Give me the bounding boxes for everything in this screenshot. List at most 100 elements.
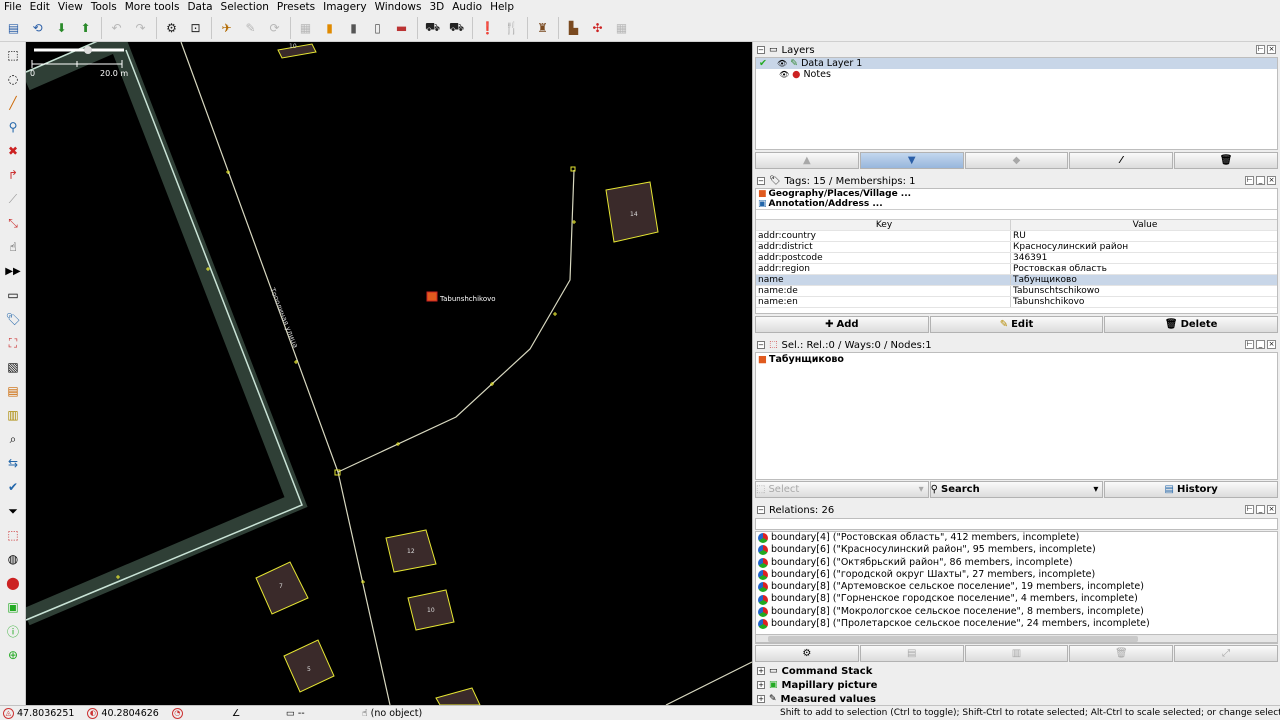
tag-key[interactable]: name:de — [756, 286, 1011, 296]
relations-dialog-title[interactable]: − Relations: 26 ⊢ _ × — [753, 503, 1280, 517]
toggle-filter-icon[interactable]: ⌕ — [2, 428, 24, 450]
relation-row[interactable]: boundary[8] ("Артемовское сельское посел… — [756, 581, 1277, 593]
map-view[interactable]: 14 12 10 7 5 10 Тополиная улица Tabunshc… — [26, 42, 752, 705]
edit-tag-button[interactable]: ✎ Edit — [929, 316, 1104, 333]
move-up-button[interactable]: ▲ — [755, 152, 859, 169]
toggle-selection-icon[interactable]: ▧ — [2, 356, 24, 378]
tag-filter[interactable] — [756, 209, 1277, 220]
tag-row[interactable]: addr:country RU — [756, 231, 1277, 242]
collapse-toggle[interactable]: − — [757, 506, 765, 514]
collapse-toggle[interactable]: − — [757, 177, 765, 185]
redo-icon[interactable]: ↷ — [130, 17, 151, 38]
minimize-icon[interactable]: _ — [1256, 505, 1265, 514]
traffic-signal-icon[interactable]: ▮ — [319, 17, 340, 38]
restaurant-icon[interactable]: 🍴 — [501, 17, 522, 38]
history-button[interactable]: ▤ History — [1104, 481, 1279, 498]
car-icon[interactable]: ⛟ — [422, 17, 443, 38]
info-icon[interactable]: ⓘ — [2, 620, 24, 642]
visibility-icon[interactable]: 👁 — [779, 70, 789, 79]
building[interactable] — [435, 687, 481, 705]
toggle-layers-icon[interactable]: ▭ — [2, 284, 24, 306]
mapillary-icon[interactable]: ◍ — [2, 548, 24, 570]
scrollbar-thumb[interactable] — [768, 636, 1138, 642]
menu-tools[interactable]: Tools — [91, 0, 117, 14]
pin-icon[interactable]: ⊢ — [1245, 176, 1254, 185]
layer-row-data[interactable]: ✔ 👁 ✎ Data Layer 1 — [756, 58, 1277, 69]
delete-tag-button[interactable]: 🗑 Delete — [1104, 316, 1279, 333]
tag-key[interactable]: addr:region — [756, 264, 1011, 274]
map-canvas[interactable]: 14 12 10 7 5 10 Тополиная улица Tabunshc… — [26, 42, 752, 705]
lasso-icon[interactable]: ◌ — [2, 68, 24, 90]
menu-3d[interactable]: 3D — [429, 0, 444, 14]
road-way[interactable] — [665, 661, 752, 705]
select-relation-button[interactable]: ⚙ — [755, 645, 859, 662]
tag-key[interactable]: name — [756, 275, 1011, 285]
preferences-icon[interactable]: ⚙ — [161, 17, 182, 38]
minimize-icon[interactable]: _ — [1256, 340, 1265, 349]
extrude-icon[interactable]: ☝ — [2, 236, 24, 258]
menu-help[interactable]: Help — [490, 0, 514, 14]
improve-way-icon[interactable]: ⟋ — [2, 188, 24, 210]
village-node-icon[interactable] — [426, 291, 438, 302]
expand-toggle[interactable]: + — [757, 681, 765, 689]
refresh-icon[interactable]: ⟳ — [264, 17, 285, 38]
menu-audio[interactable]: Audio — [452, 0, 482, 14]
relation-row[interactable]: boundary[8] ("Мокрологское сельское посе… — [756, 606, 1277, 618]
select-tool-icon[interactable]: ⬚ — [2, 44, 24, 66]
mapillary-picture-icon[interactable]: ▣ — [2, 596, 24, 618]
key-column-header[interactable]: Key — [756, 220, 1011, 230]
tag-value[interactable]: Красносулинский район — [1011, 242, 1128, 252]
more-tools-icon[interactable]: ▶▶ — [2, 260, 24, 282]
selection-dialog-title[interactable]: − ⬚ Sel.: Rel.:0 / Ways:0 / Nodes:1 ⊢ _ × — [753, 338, 1280, 352]
search-button[interactable]: ⚲ Search ▾ — [929, 481, 1104, 498]
select-button[interactable]: ⬚ Select ▾ — [755, 481, 929, 498]
tags-dialog-title[interactable]: − 🏷 Tags: 15 / Memberships: 1 ⊢ _ × — [753, 174, 1280, 188]
relation-row[interactable]: boundary[8] ("Пролетарское сельское посе… — [756, 618, 1277, 630]
relation-row[interactable]: boundary[4] ("Ростовская область", 412 m… — [756, 532, 1277, 544]
toggle-imagery-icon[interactable]: ▤ — [2, 380, 24, 402]
close-icon[interactable]: × — [1267, 505, 1276, 514]
tag-row[interactable]: addr:district Красносулинский район — [756, 242, 1277, 253]
open-icon[interactable]: ▤ — [3, 17, 24, 38]
tag-value[interactable]: Tabunschtschikowo — [1011, 286, 1100, 296]
railway-icon[interactable]: ▮ — [343, 17, 364, 38]
bus-icon[interactable]: ⛟ — [446, 17, 467, 38]
mapillary-picture-title[interactable]: + ▣ Mapillary picture — [753, 678, 1280, 692]
relation-row[interactable]: boundary[8] ("Горненское городское посел… — [756, 593, 1277, 605]
edit-relation-button[interactable]: ▤ — [859, 645, 964, 662]
tag-row[interactable]: addr:postcode 346391 — [756, 253, 1277, 264]
close-icon[interactable]: × — [1267, 340, 1276, 349]
pin-icon[interactable]: ⊢ — [1245, 505, 1254, 514]
menu-selection[interactable]: Selection — [221, 0, 269, 14]
tag-row[interactable]: addr:region Ростовская область — [756, 264, 1277, 275]
delete-relation-button[interactable]: 🗑 — [1069, 645, 1174, 662]
relation-list[interactable]: boundary[4] ("Ростовская область", 412 m… — [755, 531, 1278, 644]
add-tag-button[interactable]: ✚ Add — [755, 316, 929, 333]
filter-icon[interactable]: ⏷ — [2, 500, 24, 522]
show-hide-button[interactable]: ⁄ — [1069, 152, 1174, 169]
validator-icon[interactable]: ✔ — [2, 476, 24, 498]
collapse-toggle[interactable]: − — [757, 341, 765, 349]
upload-icon[interactable]: ⬆ — [75, 17, 96, 38]
blank-icon[interactable]: ▦ — [295, 17, 316, 38]
zoom-slider-handle[interactable] — [84, 46, 92, 54]
collapse-toggle[interactable]: − — [757, 46, 765, 54]
draw-icon[interactable]: ╱ — [2, 92, 24, 114]
horizontal-scrollbar[interactable] — [755, 634, 1278, 643]
preset-row[interactable]: ■ Geography/Places/Village ... — [756, 189, 1277, 199]
commands-icon[interactable]: ⬚ — [2, 524, 24, 546]
toggle-relations-icon[interactable]: ⛶ — [2, 332, 24, 354]
close-icon[interactable]: × — [1267, 45, 1276, 54]
layers-dialog-title[interactable]: − ▭ Layers ⊢ × — [753, 43, 1280, 57]
zoom-tool-icon[interactable]: ⚲ — [2, 116, 24, 138]
tag-row-selected[interactable]: name Табунщиково — [756, 275, 1277, 286]
measured-values-title[interactable]: + ✎ Measured values — [753, 692, 1280, 706]
tag-value[interactable]: RU — [1011, 231, 1026, 241]
expand-toggle[interactable]: + — [757, 667, 765, 675]
wall-icon[interactable]: ▬ — [391, 17, 412, 38]
castle-icon[interactable]: ♜ — [532, 17, 553, 38]
conflict-icon[interactable]: ⇆ — [2, 452, 24, 474]
tag-value[interactable]: 346391 — [1011, 253, 1047, 263]
activate-button[interactable]: ◆ — [964, 152, 1069, 169]
select-icon[interactable]: ✎ — [240, 17, 261, 38]
